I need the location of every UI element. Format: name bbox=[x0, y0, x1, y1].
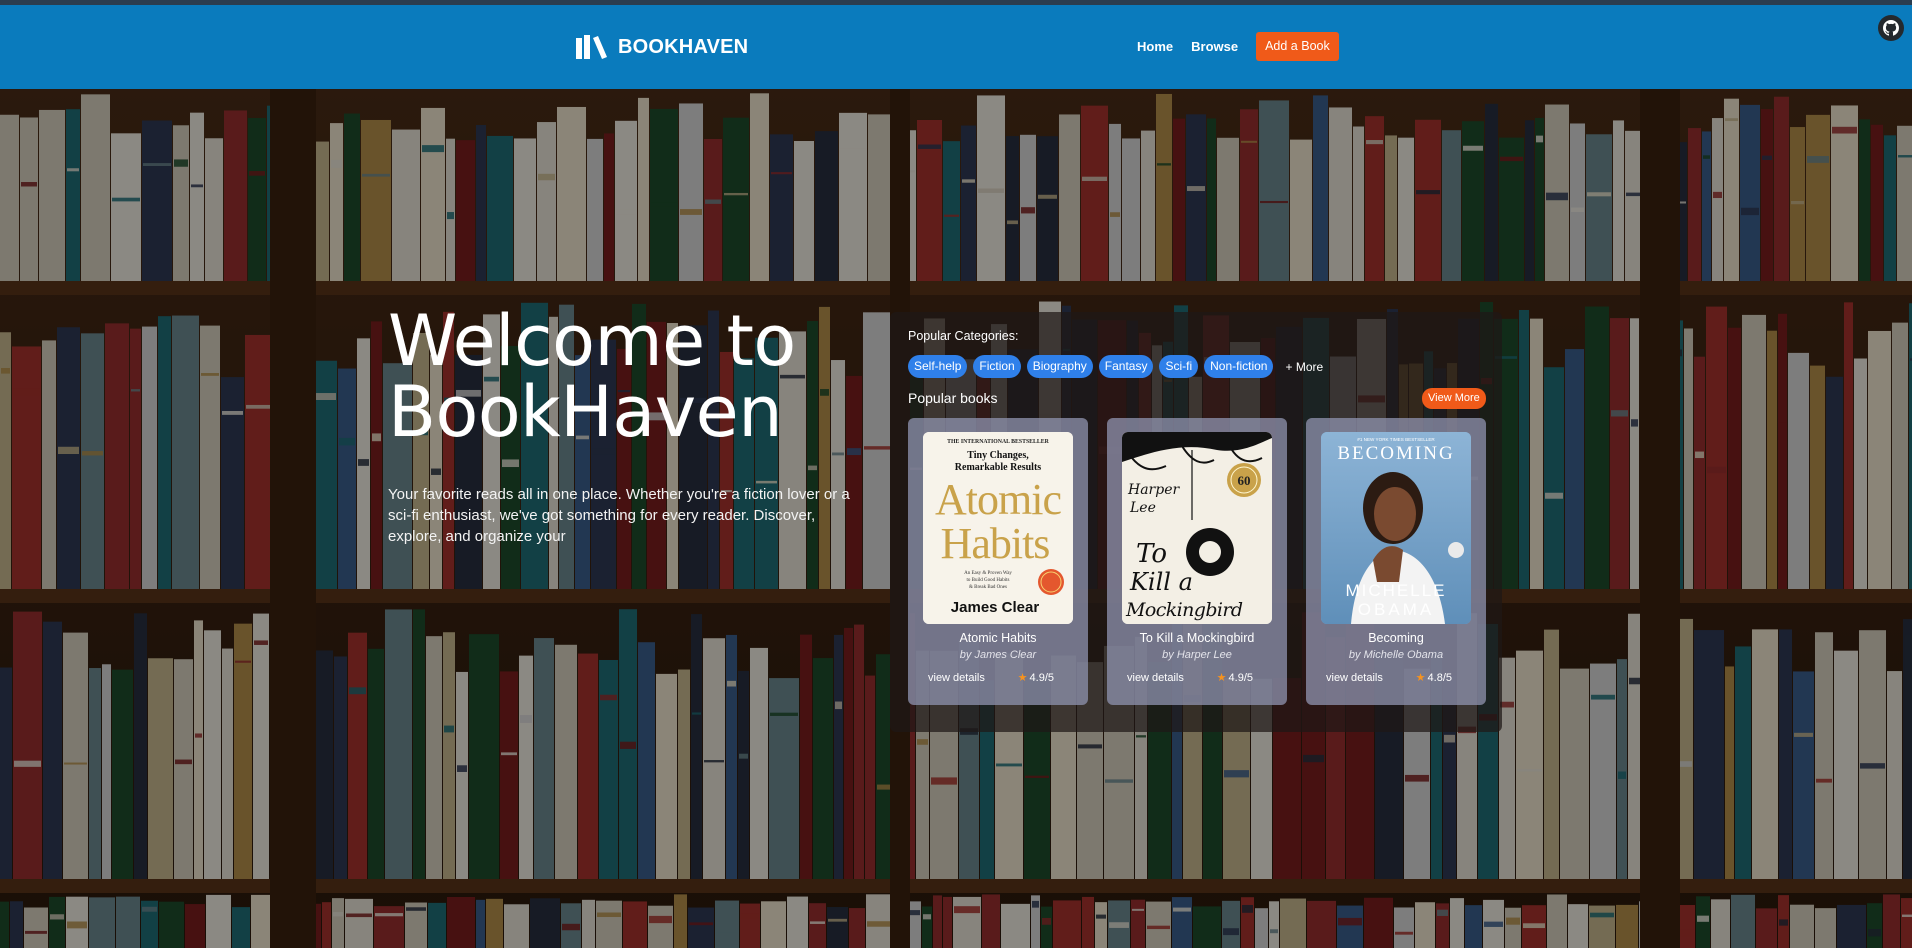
cover-text: #1 NEW YORK TIMES BESTSELLER bbox=[1357, 437, 1435, 442]
book-card-footer: view details ★ 4.9/5 bbox=[1127, 671, 1267, 685]
book-cards: THE INTERNATIONAL BESTSELLER Tiny Change… bbox=[908, 418, 1486, 705]
brand-name: BOOKHAVEN bbox=[618, 35, 749, 58]
cover-text: Habits bbox=[941, 519, 1050, 568]
github-button[interactable] bbox=[1878, 15, 1904, 41]
view-details-link[interactable]: view details bbox=[1326, 672, 1383, 684]
book-cover-atomic-habits: THE INTERNATIONAL BESTSELLER Tiny Change… bbox=[923, 432, 1073, 624]
cover-text: An Easy & Proven Way bbox=[964, 571, 1012, 576]
books-logo-icon bbox=[576, 35, 607, 59]
book-rating: ★ 4.9/5 bbox=[1017, 671, 1054, 685]
book-title: Becoming bbox=[1368, 631, 1424, 645]
cover-text: Atomic bbox=[935, 475, 1061, 524]
nav-home[interactable]: Home bbox=[1137, 39, 1173, 54]
cover-text: To bbox=[1136, 539, 1167, 569]
book-title: To Kill a Mockingbird bbox=[1139, 631, 1255, 645]
cover-text: Mockingbird bbox=[1125, 599, 1243, 621]
category-chip-biography[interactable]: Biography bbox=[1026, 355, 1093, 378]
book-author: by James Clear bbox=[959, 649, 1037, 661]
rating-value: 4.8/5 bbox=[1427, 671, 1452, 684]
cover-text: BECOMING bbox=[1337, 443, 1454, 464]
book-cover-to-kill-a-mockingbird: 60 Harper Lee To Kill a Mockingbird bbox=[1122, 432, 1272, 624]
category-chip-fiction[interactable]: Fiction bbox=[973, 355, 1021, 378]
book-author: by Harper Lee bbox=[1162, 649, 1232, 661]
github-icon bbox=[1883, 20, 1899, 36]
category-chip-sci-fi[interactable]: Sci-fi bbox=[1159, 355, 1199, 378]
hero-title-line2: BookHaven bbox=[388, 371, 783, 453]
view-details-link[interactable]: view details bbox=[928, 672, 985, 684]
navbar: BOOKHAVEN Home Browse Add a Book bbox=[0, 5, 1912, 89]
add-book-button[interactable]: Add a Book bbox=[1256, 32, 1339, 61]
cover-text: MICHELLE bbox=[1345, 581, 1446, 600]
star-icon: ★ bbox=[1017, 672, 1028, 684]
rating-value: 4.9/5 bbox=[1228, 671, 1253, 684]
book-cover-becoming: #1 NEW YORK TIMES BESTSELLER BECOMING MI… bbox=[1321, 432, 1471, 624]
star-icon: ★ bbox=[1216, 672, 1227, 684]
book-rating: ★ 4.9/5 bbox=[1216, 671, 1253, 685]
category-chip-self-help[interactable]: Self-help bbox=[908, 355, 968, 378]
book-title: Atomic Habits bbox=[959, 631, 1037, 645]
category-chip-non-fiction[interactable]: Non-fiction bbox=[1204, 355, 1274, 378]
cover-text: Lee bbox=[1129, 500, 1156, 516]
nav-links: Home Browse Add a Book bbox=[1137, 32, 1339, 61]
cover-text: James Clear bbox=[951, 599, 1040, 616]
cover-text: Tiny Changes, bbox=[967, 450, 1029, 461]
cover-text: Harper bbox=[1127, 482, 1180, 498]
cover-text: to Build Good Habits bbox=[967, 578, 1010, 583]
cover-text: THE INTERNATIONAL BESTSELLER bbox=[947, 439, 1050, 445]
nav-browse[interactable]: Browse bbox=[1191, 39, 1238, 54]
category-chip-fantasy[interactable]: Fantasy bbox=[1098, 355, 1154, 378]
hero-subtitle: Your favorite reads all in one place. Wh… bbox=[388, 486, 850, 545]
category-chips: Self-help Fiction Biography Fantasy Sci-… bbox=[908, 355, 1323, 378]
brand[interactable]: BOOKHAVEN bbox=[576, 35, 748, 59]
cover-text: Remarkable Results bbox=[955, 462, 1041, 473]
view-more-button[interactable]: View More bbox=[1422, 388, 1486, 409]
cover-text: Kill a bbox=[1129, 568, 1193, 596]
view-details-link[interactable]: view details bbox=[1127, 672, 1184, 684]
hero-title-line1: Welcome to bbox=[388, 300, 796, 382]
hero-title: Welcome to BookHaven bbox=[388, 306, 858, 448]
rating-value: 4.9/5 bbox=[1029, 671, 1054, 684]
book-card[interactable]: 60 Harper Lee To Kill a Mockingbird To K… bbox=[1107, 418, 1287, 705]
book-card[interactable]: #1 NEW YORK TIMES BESTSELLER BECOMING MI… bbox=[1306, 418, 1486, 705]
cover-text: 60 bbox=[1238, 473, 1251, 488]
book-card-footer: view details ★ 4.9/5 bbox=[928, 671, 1068, 685]
book-card-footer: view details ★ 4.8/5 bbox=[1326, 671, 1466, 685]
cover-text: OBAMA bbox=[1358, 600, 1434, 619]
cover-text: & Break Bad Ones bbox=[969, 585, 1007, 590]
star-icon: ★ bbox=[1415, 672, 1426, 684]
hero-text: Welcome to BookHaven Your favorite reads… bbox=[388, 306, 858, 547]
book-card[interactable]: THE INTERNATIONAL BESTSELLER Tiny Change… bbox=[908, 418, 1088, 705]
book-author: by Michelle Obama bbox=[1348, 649, 1444, 661]
more-categories-link[interactable]: + More bbox=[1285, 360, 1323, 374]
book-rating: ★ 4.8/5 bbox=[1415, 671, 1452, 685]
popular-books-label: Popular books bbox=[908, 390, 998, 406]
categories-label: Popular Categories: bbox=[908, 329, 1019, 343]
